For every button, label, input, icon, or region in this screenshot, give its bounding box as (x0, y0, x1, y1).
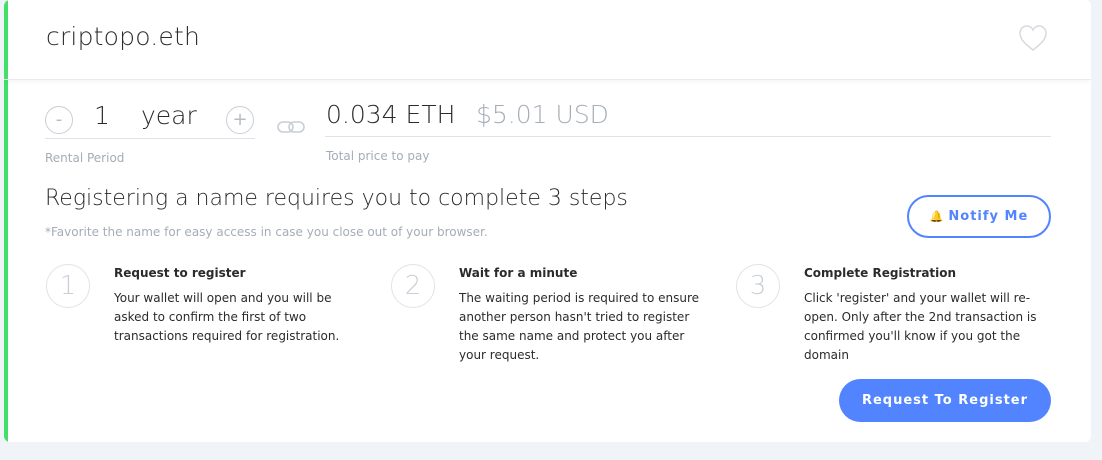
steps-heading: Registering a name requires you to compl… (45, 186, 628, 211)
rental-period-label: Rental Period (45, 151, 125, 165)
favorite-note: *Favorite the name for easy access in ca… (45, 225, 488, 239)
step-title: Wait for a minute (459, 266, 578, 280)
card-header: criptopo.eth (4, 0, 1091, 80)
bell-icon: 🔔 (929, 210, 945, 223)
step-number-badge: 1 (46, 264, 90, 308)
step-3: 3 Complete Registration Click 'register'… (736, 262, 1076, 372)
domain-card: criptopo.eth - 1 year + Rental Period 0.… (4, 0, 1091, 442)
step-description: The waiting period is required to ensure… (459, 291, 700, 362)
rental-period-value: 1 (94, 101, 110, 130)
request-to-register-button[interactable]: Request To Register (839, 379, 1051, 422)
rental-period-underline (45, 138, 255, 139)
domain-name: criptopo.eth (46, 22, 201, 51)
price-usd: $5.01 USD (476, 100, 609, 129)
price-eth: 0.034 ETH (326, 100, 456, 129)
increment-button[interactable]: + (226, 106, 254, 134)
step-title: Complete Registration (804, 266, 957, 280)
heart-outline-icon[interactable] (1018, 24, 1048, 52)
step-number-badge: 2 (391, 264, 435, 308)
step-1: 1 Request to register Your wallet will o… (46, 262, 386, 372)
notify-me-button[interactable]: 🔔 Notify Me (907, 195, 1051, 238)
step-description: Click 'register' and your wallet will re… (804, 291, 1037, 362)
step-number-badge: 3 (736, 264, 780, 308)
step-description: Your wallet will open and you will be as… (114, 291, 340, 343)
decrement-button[interactable]: - (45, 106, 73, 134)
chain-link-icon (277, 121, 305, 133)
step-title: Request to register (114, 266, 246, 280)
notify-me-label: Notify Me (948, 209, 1029, 224)
price-underline (325, 136, 1051, 137)
rental-period-unit: year (141, 101, 197, 130)
step-2: 2 Wait for a minute The waiting period i… (391, 262, 731, 372)
total-price-label: Total price to pay (326, 149, 430, 163)
